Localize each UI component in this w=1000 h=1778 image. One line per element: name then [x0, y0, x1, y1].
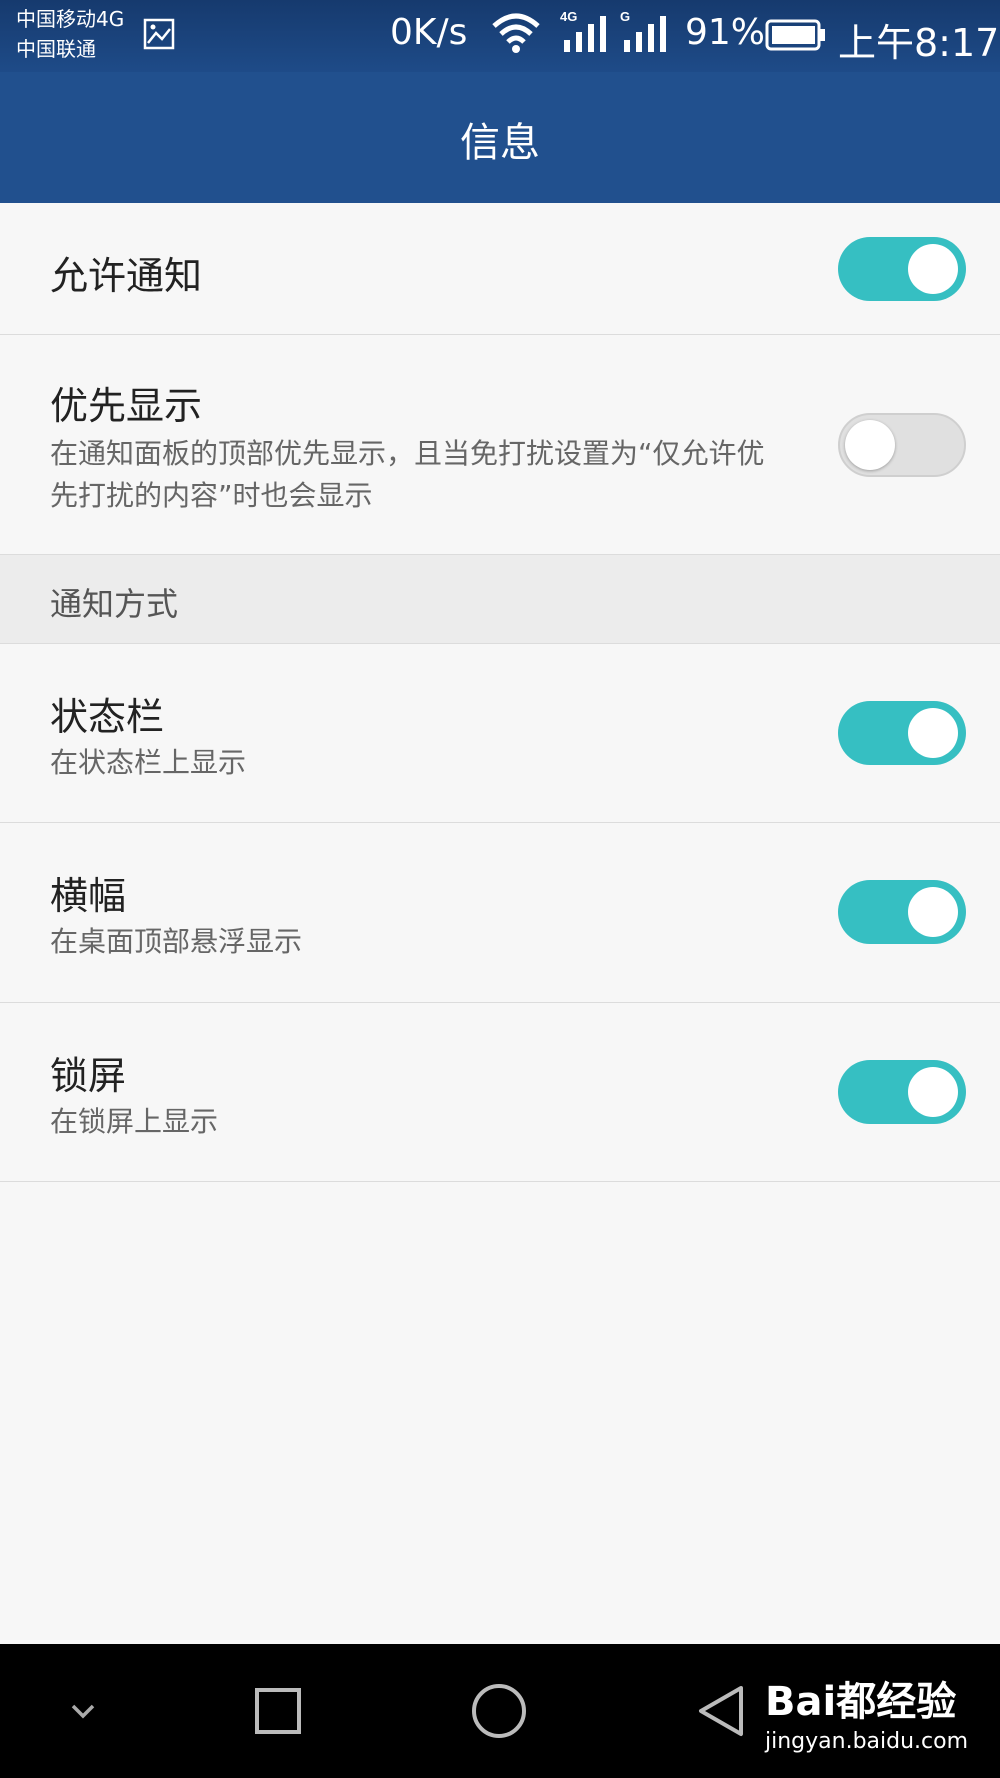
network-speed: 0K/s	[390, 12, 468, 53]
toggle-knob	[908, 708, 958, 758]
watermark-logo: Bai都经验	[765, 1679, 957, 1725]
hide-nav-chevron-down-icon[interactable]	[68, 1696, 98, 1726]
toggle-knob	[845, 420, 895, 470]
banner-toggle[interactable]	[838, 880, 966, 944]
row-subtitle: 在锁屏上显示	[50, 1105, 219, 1138]
battery-icon	[765, 19, 825, 51]
priority-display-toggle[interactable]	[838, 413, 966, 477]
row-title: 状态栏	[50, 695, 165, 739]
toggle-knob	[908, 1067, 958, 1117]
app-bar: 信息	[0, 72, 1000, 203]
signal-g-label: G	[620, 10, 630, 24]
status-bar: 中国移动4G 中国联通 0K/s 4G G 91% 上午8:17	[0, 0, 1000, 72]
navigation-bar: Bai都经验 jingyan.baidu.com	[0, 1644, 1000, 1778]
signal-4g-label: 4G	[560, 10, 577, 24]
gallery-icon	[143, 18, 175, 50]
status-bar-toggle[interactable]	[838, 701, 966, 765]
carrier-info: 中国移动4G 中国联通	[16, 4, 124, 64]
row-subtitle: 在通知面板的顶部优先显示，且当免打扰设置为“仅允许优先打扰的内容”时也会显示	[50, 437, 765, 512]
signal-4g-icon: 4G	[560, 10, 606, 52]
toggle-knob	[908, 244, 958, 294]
row-subtitle: 在状态栏上显示	[50, 746, 247, 779]
status-bar-row[interactable]: 状态栏 在状态栏上显示	[0, 644, 1000, 823]
row-title: 横幅	[50, 874, 127, 918]
section-header: 通知方式	[0, 555, 1000, 644]
carrier-2: 中国联通	[16, 37, 96, 61]
section-label: 通知方式	[50, 585, 179, 623]
baidu-watermark: Bai都经验 jingyan.baidu.com	[765, 1669, 968, 1754]
lock-screen-toggle[interactable]	[838, 1060, 966, 1124]
row-title: 优先显示	[50, 384, 203, 428]
page-title: 信息	[460, 120, 540, 166]
signal-g-icon: G	[620, 10, 666, 52]
battery-percent: 91%	[685, 12, 766, 53]
home-circle-icon[interactable]	[470, 1682, 528, 1740]
row-title: 允许通知	[50, 254, 203, 298]
recents-square-icon[interactable]	[253, 1686, 303, 1736]
lock-screen-row[interactable]: 锁屏 在锁屏上显示	[0, 1003, 1000, 1182]
row-title: 锁屏	[50, 1054, 127, 1098]
banner-row[interactable]: 横幅 在桌面顶部悬浮显示	[0, 823, 1000, 1003]
carrier-1: 中国移动4G	[16, 7, 125, 31]
toggle-knob	[908, 887, 958, 937]
clock: 上午8:17	[838, 21, 1000, 65]
back-triangle-icon[interactable]	[695, 1684, 747, 1738]
wifi-icon	[492, 13, 540, 53]
priority-display-row[interactable]: 优先显示 在通知面板的顶部优先显示，且当免打扰设置为“仅允许优先打扰的内容”时也…	[0, 335, 1000, 555]
allow-notifications-row[interactable]: 允许通知	[0, 203, 1000, 335]
watermark-url: jingyan.baidu.com	[765, 1729, 969, 1754]
row-subtitle: 在桌面顶部悬浮显示	[50, 925, 303, 958]
allow-notifications-toggle[interactable]	[838, 237, 966, 301]
